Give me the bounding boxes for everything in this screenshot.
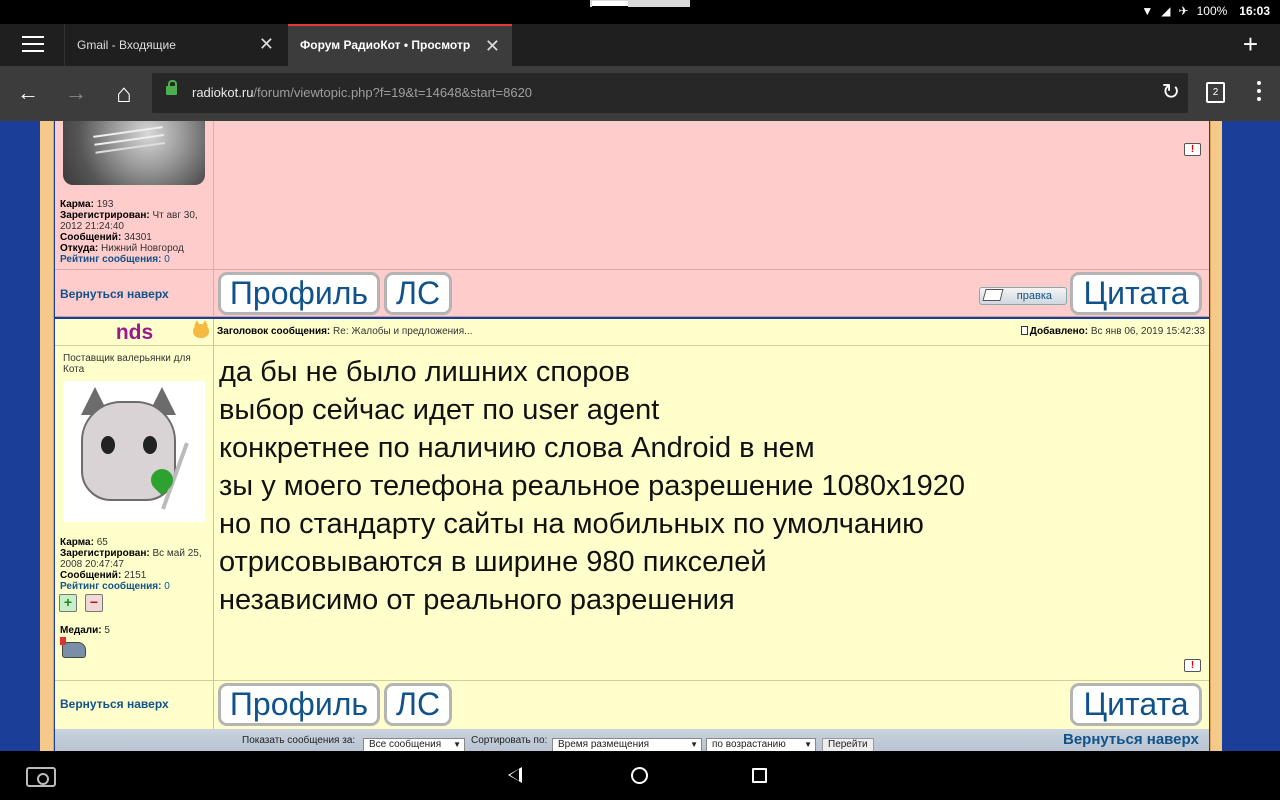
go-button[interactable]: Перейти: [822, 738, 874, 751]
battery-level: 100%: [1196, 4, 1228, 18]
show-label: Показать сообщения за:: [242, 735, 356, 746]
message-line: конкретнее по наличию слова Android в не…: [219, 432, 815, 464]
order-select[interactable]: по возрастанию: [706, 738, 816, 751]
profile-button[interactable]: Профиль: [218, 272, 380, 315]
forward-icon[interactable]: →: [60, 78, 92, 110]
divider: [55, 269, 1209, 270]
screenshot-icon[interactable]: [26, 767, 56, 787]
no-signal-icon: ◢: [1161, 4, 1171, 18]
back-to-top-link[interactable]: Вернуться наверх: [60, 287, 169, 301]
reload-icon[interactable]: ↻: [1162, 79, 1180, 105]
message-line: зы у моего телефона реальное разрешение …: [219, 470, 965, 502]
karma-value: 65: [96, 537, 108, 548]
notification-icon: [590, 0, 690, 7]
vote-up-button[interactable]: +: [59, 594, 77, 612]
avatar: [63, 121, 205, 185]
show-select[interactable]: Все сообщения: [363, 738, 465, 751]
edit-button[interactable]: правка: [979, 287, 1067, 305]
location-value: Нижний Новгород: [101, 243, 184, 254]
address-bar[interactable]: radiokot.ru/forum/viewtopic.php?f=19&t=1…: [152, 73, 1188, 113]
medals-value: 5: [104, 625, 110, 636]
profile-button[interactable]: Профиль: [218, 683, 380, 726]
message-line: независимо от реального разрешения: [219, 584, 735, 616]
cat-icon: [193, 320, 209, 338]
display-options-bar: Показать сообщения за: Все сообщения Сор…: [55, 729, 1209, 751]
post-author-column: nds Поставщик валерьянки для Кота Карма:…: [55, 319, 214, 729]
post-icon[interactable]: [1020, 326, 1028, 335]
close-icon[interactable]: ✕: [485, 36, 500, 57]
airplane-icon: ✈: [1178, 4, 1189, 18]
message-line: да бы не было лишних споров: [219, 356, 630, 388]
avatar: [63, 381, 205, 522]
user-rank: Поставщик валерьянки для Кота: [63, 353, 191, 375]
message-line: выбор сейчас идет по user agent: [219, 394, 660, 426]
back-to-top-link[interactable]: Вернуться наверх: [1063, 731, 1199, 748]
page-border-left: [40, 121, 54, 751]
message-line: но по стандарту сайты на мобильных по ум…: [219, 508, 924, 540]
clock: 16:03: [1239, 4, 1270, 18]
tab-title: Gmail - Входящие: [77, 38, 176, 52]
sort-select[interactable]: Время размещения: [552, 738, 702, 751]
new-tab-button[interactable]: +: [1243, 29, 1258, 60]
medal-icon: [60, 637, 86, 658]
tab-switcher-button[interactable]: 2: [1206, 82, 1225, 103]
menu-icon[interactable]: [22, 36, 44, 54]
rating-link[interactable]: Рейтинг сообщения:: [60, 581, 161, 592]
status-icons: ▼ ◢ ✈ 100% 16:03: [1141, 4, 1270, 18]
tab-gmail[interactable]: Gmail - Входящие ✕: [64, 24, 286, 66]
lock-icon: [166, 80, 177, 95]
url-path: /forum/viewtopic.php?f=19&t=14648&start=…: [253, 85, 533, 100]
post-subject: Заголовок сообщения: Re: Жалобы и предло…: [217, 326, 473, 337]
tab-strip: Gmail - Входящие ✕ Форум РадиоКот • Прос…: [0, 24, 1280, 66]
nav-back-icon[interactable]: [508, 767, 522, 783]
web-content: Карма: 193 Зарегистрирован: Чт авг 30, 2…: [0, 121, 1280, 751]
tab-title: Форум РадиоКот • Просмотр т: [300, 38, 472, 52]
vote-down-button[interactable]: −: [85, 594, 103, 612]
pm-button[interactable]: ЛС: [384, 272, 452, 315]
home-icon[interactable]: ⌂: [108, 78, 140, 110]
post-message: да бы не было лишних споров выбор сейчас…: [219, 353, 965, 619]
post-author-column: Карма: 193 Зарегистрирован: Чт авг 30, 2…: [55, 121, 214, 317]
user-details: Карма: 65 Зарегистрирован: Вс май 25, 20…: [60, 537, 202, 592]
overflow-menu-icon[interactable]: [1250, 81, 1268, 105]
medals-info: Медали: 5: [60, 625, 110, 636]
messages-value: 34301: [124, 232, 152, 243]
messages-value: 2151: [124, 570, 147, 581]
wifi-icon: ▼: [1141, 4, 1154, 18]
back-to-top-link[interactable]: Вернуться наверх: [60, 697, 169, 711]
status-bar: ▼ ◢ ✈ 100% 16:03: [0, 0, 1280, 24]
post-nds: nds Поставщик валерьянки для Кота Карма:…: [55, 319, 1209, 729]
post-date: Добавлено: Вс янв 06, 2019 15:42:33: [1020, 326, 1205, 337]
message-line: отрисовываются в ширине 980 пикселей: [219, 546, 767, 578]
sort-label: Сортировать по:: [471, 735, 548, 746]
url-host: radiokot.ru: [192, 85, 254, 100]
pm-button[interactable]: ЛС: [384, 683, 452, 726]
quote-button[interactable]: Цитата: [1070, 683, 1202, 726]
back-icon[interactable]: ←: [12, 78, 44, 110]
author-name[interactable]: nds: [55, 321, 214, 345]
user-details: Карма: 193 Зарегистрирован: Чт авг 30, 2…: [60, 199, 198, 265]
report-icon[interactable]: !: [1184, 143, 1201, 156]
close-icon[interactable]: ✕: [259, 34, 274, 55]
rating-link[interactable]: Рейтинг сообщения:: [60, 254, 161, 265]
divider: [55, 680, 1209, 681]
post-previous: Карма: 193 Зарегистрирован: Чт авг 30, 2…: [55, 121, 1209, 317]
browser-toolbar: ← → ⌂ radiokot.ru/forum/viewtopic.php?f=…: [0, 66, 1280, 121]
navigation-bar: [0, 751, 1280, 800]
tab-forum[interactable]: Форум РадиоКот • Просмотр т ✕: [288, 24, 512, 66]
karma-value: 193: [96, 199, 114, 210]
quote-button[interactable]: Цитата: [1070, 272, 1202, 315]
nav-home-icon[interactable]: [631, 767, 648, 784]
post-subject-bar: Заголовок сообщения: Re: Жалобы и предло…: [215, 319, 1209, 346]
page-border-right: [1210, 121, 1222, 751]
nav-recents-icon[interactable]: [752, 768, 767, 783]
edit-icon: [982, 289, 1004, 301]
url-text[interactable]: radiokot.ru/forum/viewtopic.php?f=19&t=1…: [192, 85, 532, 100]
report-icon[interactable]: !: [1184, 659, 1201, 672]
